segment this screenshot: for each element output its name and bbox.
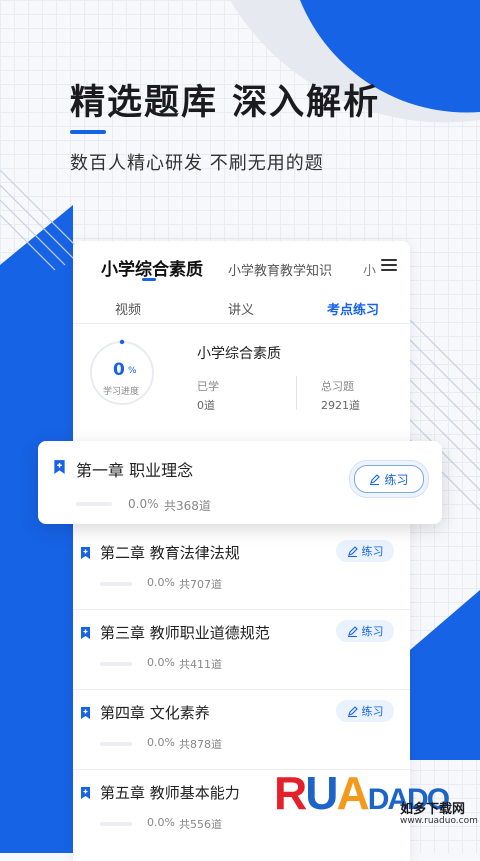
active-tab-indicator [142,278,156,281]
chapter-total: 共707道 [179,578,222,591]
chapter-title: 第一章 职业理念 [76,461,194,480]
chapter-percent: 0.0% [147,736,175,749]
tab-video[interactable]: 视频 [115,299,141,318]
tab-primary-education-knowledge[interactable]: 小学教育教学知识 [228,260,332,279]
chapter-progress-bar [76,502,112,506]
subject-name: 小学综合素质 [197,346,281,362]
progress-value: 0 [113,360,125,380]
chapter-title: 第五章 教师基本能力 [100,784,240,802]
chapter-progress-bar [100,582,132,586]
total-label: 总习题 [321,380,354,393]
progress-unit: % [128,366,137,376]
chapter-percent: 0.0% [147,576,175,589]
tab-more-truncated[interactable]: 小 [363,260,376,279]
practice-button[interactable]: 练习 [336,620,394,642]
practice-label: 练习 [361,625,384,638]
learned-value: 0道 [197,399,215,412]
highlighted-chapter-card[interactable]: 第一章 职业理念 练习 0.0% 共368道 [38,441,442,524]
chapter-progress-bar [100,822,132,826]
stat-divider [296,376,297,410]
practice-button-halo: 练习 [349,460,429,498]
topic-tab-bar: 小学综合素质 小学教育教学知识 小 [73,241,410,289]
practice-button[interactable]: 练习 [354,465,424,493]
bookmark-plus-icon [81,547,90,559]
progress-label: 学习进度 [103,387,140,397]
bookmark-plus-icon [81,707,90,719]
chapter-total: 共556道 [179,818,222,831]
watermark-url: www.ruaduo.com [400,816,478,826]
pencil-icon [347,705,358,717]
practice-button[interactable]: 练习 [336,700,394,722]
pencil-icon [347,625,358,637]
chapter-row[interactable]: 第二章 教育法律法规 练习 0.0% 共707道 [73,529,410,610]
pencil-icon [347,545,358,557]
watermark-logo: RUADADO 如多下载网 www.ruaduo.com [268,767,480,853]
sub-tab-bar: 视频 讲义 考点练习 [73,293,410,324]
chapter-percent: 0.0% [147,656,175,669]
practice-button[interactable]: 练习 [336,540,394,562]
title-underline [70,130,106,134]
tab-handout[interactable]: 讲义 [228,299,254,318]
chapter-title: 第四章 文化素养 [100,704,210,722]
pencil-icon [370,473,381,485]
hero-title: 精选题库 深入解析 [70,83,381,123]
practice-label: 练习 [384,472,409,487]
tab-primary-comprehensive[interactable]: 小学综合素质 [101,255,203,280]
chapter-progress-bar [100,742,132,746]
bookmark-plus-icon [81,787,90,799]
chapter-total: 共878道 [179,738,222,751]
chapter-title: 第三章 教师职业道德规范 [100,624,270,642]
chapter-total: 共411道 [179,658,222,671]
bookmark-plus-icon [81,627,90,639]
chapter-percent: 0.0% [128,497,159,511]
practice-label: 练习 [361,545,384,558]
watermark-tagline: 如多下载网 [400,802,466,817]
hamburger-menu-icon[interactable] [381,259,397,272]
learned-label: 已学 [197,380,219,393]
chapter-row[interactable]: 第四章 文化素养 练习 0.0% 共878道 [73,689,410,770]
total-value: 2921道 [321,399,360,412]
chapter-progress-bar [100,662,132,666]
bookmark-plus-icon [54,460,65,474]
chapter-percent: 0.0% [147,816,175,829]
practice-label: 练习 [361,705,384,718]
chapter-title: 第二章 教育法律法规 [100,544,240,562]
hero-subtitle: 数百人精心研发 不刷无用的题 [70,153,324,174]
tab-practice-points[interactable]: 考点练习 [327,299,379,318]
chapter-total: 共368道 [164,499,211,513]
chapter-row[interactable]: 第三章 教师职业道德规范 练习 0.0% 共411道 [73,609,410,690]
